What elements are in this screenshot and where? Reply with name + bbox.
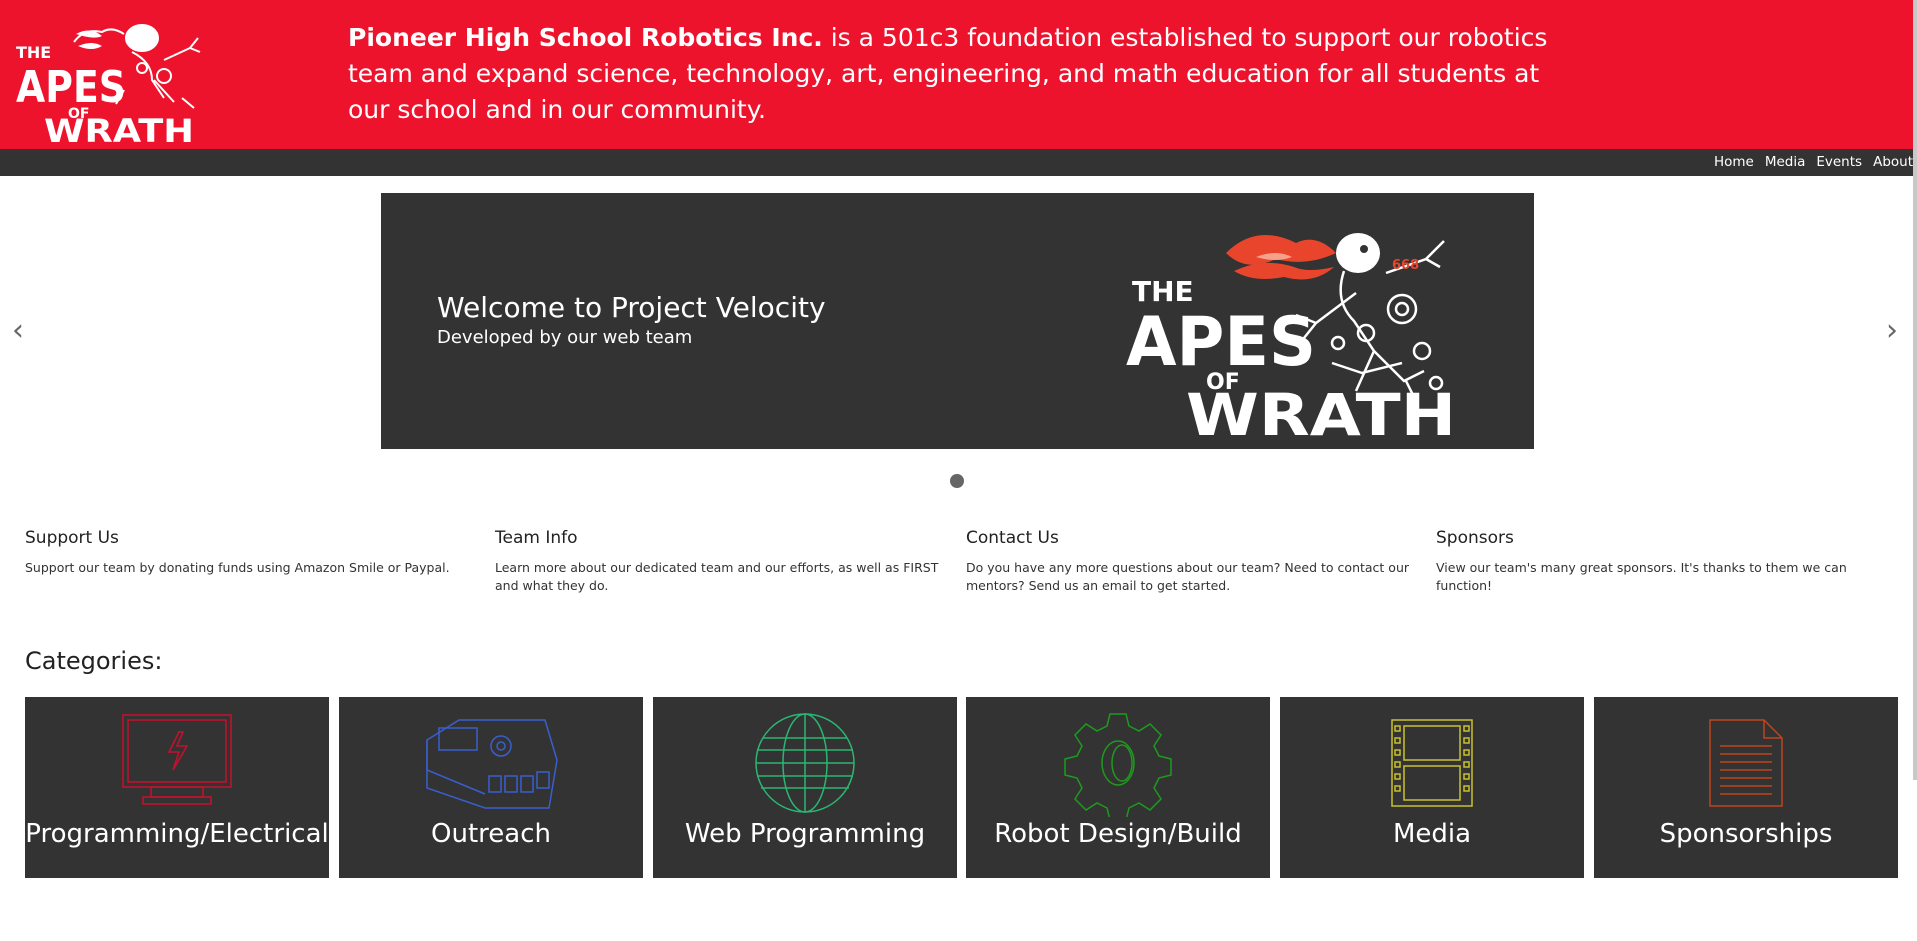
apes-of-wrath-slide-logo: 668 THE APES OF WRATH (1126, 233, 1456, 438)
monitor-bolt-icon (122, 714, 232, 805)
apes-of-wrath-logo[interactable]: THE APES OF WRATH (14, 20, 204, 146)
sponsors-section: Sponsors View our team's many great spon… (1436, 528, 1896, 595)
category-web-programming[interactable]: Web Programming (653, 697, 957, 878)
category-programming-electrical[interactable]: Programming/Electrical (25, 697, 329, 878)
sponsors-text: View our team's many great sponsors. It'… (1436, 560, 1847, 593)
category-media[interactable]: Media (1280, 697, 1584, 878)
category-label: Robot Design/Build (994, 819, 1242, 849)
team-info-section: Team Info Learn more about our dedicated… (495, 528, 955, 595)
support-us-text: Support our team by donating funds using… (25, 560, 450, 575)
support-us-section: Support Us Support our team by donating … (25, 528, 485, 577)
contact-us-text: Do you have any more questions about our… (966, 560, 1410, 593)
controller-brick-icon (426, 719, 558, 809)
nav-bar: Home Media Events About (0, 149, 1917, 176)
mission-statement: Pioneer High School Robotics Inc. is a 5… (348, 20, 1568, 128)
team-info-heading[interactable]: Team Info (495, 528, 955, 548)
contact-us-heading[interactable]: Contact Us (966, 528, 1426, 548)
nav-media-link[interactable]: Media (1765, 154, 1806, 170)
category-sponsorships[interactable]: Sponsorships (1594, 697, 1898, 878)
category-label: Sponsorships (1659, 819, 1833, 849)
team-number-badge: 668 (1392, 258, 1419, 273)
nav-events-link[interactable]: Events (1816, 154, 1862, 170)
nav-about-link[interactable]: About (1873, 154, 1913, 170)
category-label: Media (1392, 819, 1472, 849)
globe-icon (755, 713, 855, 813)
slide-subtitle: Developed by our web team (437, 327, 693, 348)
slide-logo-word-wrath: WRATH (1186, 381, 1456, 438)
carousel-next-icon[interactable]: › (1886, 316, 1898, 346)
logo-word-the: THE (16, 43, 51, 62)
sponsors-heading[interactable]: Sponsors (1436, 528, 1896, 548)
site-header: THE APES OF WRATH Pioneer High School Ro… (0, 0, 1917, 149)
nav-links: Home Media Events About (1714, 154, 1913, 170)
org-name: Pioneer High School Robotics Inc. (348, 23, 823, 52)
nav-home-link[interactable]: Home (1714, 154, 1754, 170)
category-label: Programming/Electrical (25, 819, 329, 849)
carousel-slide[interactable]: Welcome to Project Velocity Developed by… (381, 193, 1534, 449)
carousel-indicator-dot[interactable] (950, 474, 964, 488)
page-scrollbar[interactable] (1913, 0, 1917, 780)
document-icon (1709, 719, 1783, 807)
categories-heading: Categories: (25, 647, 163, 675)
gear-icon (1064, 713, 1172, 817)
team-info-text: Learn more about our dedicated team and … (495, 560, 939, 593)
category-label: Outreach (431, 819, 551, 849)
category-label: Web Programming (684, 819, 926, 849)
carousel-prev-icon[interactable]: ‹ (12, 316, 24, 346)
category-outreach[interactable]: Outreach (339, 697, 643, 878)
logo-word-wrath: WRATH (44, 112, 194, 146)
contact-us-section: Contact Us Do you have any more question… (966, 528, 1426, 595)
film-strip-icon (1391, 719, 1473, 807)
support-us-heading[interactable]: Support Us (25, 528, 485, 548)
slide-title: Welcome to Project Velocity (437, 291, 826, 324)
category-robot-design-build[interactable]: Robot Design/Build (966, 697, 1270, 878)
